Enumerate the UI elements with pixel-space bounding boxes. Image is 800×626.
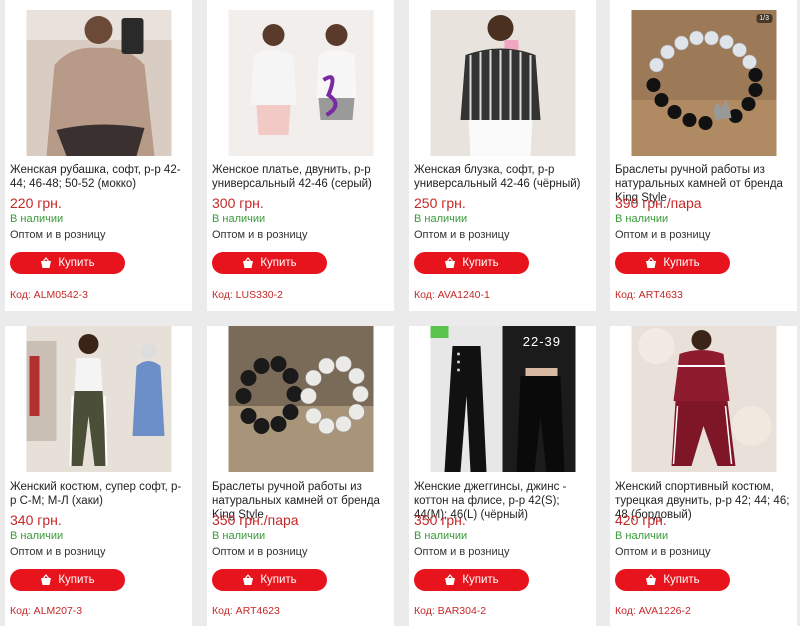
product-photo[interactable]: 1/3 — [631, 10, 776, 156]
stock-status: В наличии — [10, 530, 64, 542]
product-code: Код: ALM207-3 — [10, 605, 83, 617]
product-code: Код: BAR304-2 — [414, 605, 487, 617]
stock-status: В наличии — [615, 530, 669, 542]
product-card[interactable]: Женская блузка, софт, р-р универсальный … — [409, 0, 596, 311]
product-price: 350 грн. — [414, 512, 466, 528]
buy-button[interactable]: Купить — [212, 569, 327, 591]
product-photo[interactable] — [26, 326, 171, 472]
product-price: 350 грн./пара — [212, 512, 299, 528]
product-price: 250 грн. — [414, 195, 466, 211]
stock-status: В наличии — [10, 213, 64, 225]
buy-button-label: Купить — [663, 574, 700, 586]
product-card[interactable]: Женский костюм, супер софт, р-р С-М; М-Л… — [5, 326, 192, 626]
product-card[interactable]: Женская рубашка, софт, р-р 42-44; 46-48;… — [5, 0, 192, 311]
product-title[interactable]: Женская рубашка, софт, р-р 42-44; 46-48;… — [10, 163, 187, 191]
buy-button[interactable]: Купить — [414, 569, 529, 591]
product-card[interactable]: Женское платье, двунить, р-р универсальн… — [207, 0, 394, 311]
buy-button-label: Купить — [663, 257, 700, 269]
product-card[interactable]: Браслеты ручной работы из натуральных ка… — [207, 326, 394, 626]
stock-status: В наличии — [212, 213, 266, 225]
buy-button[interactable]: Купить — [10, 252, 125, 274]
wholesale-note: Оптом и в розницу — [414, 546, 510, 558]
buy-button-label: Купить — [58, 574, 95, 586]
product-code: Код: AVA1240-1 — [414, 289, 490, 301]
basket-icon — [646, 574, 657, 585]
product-price: 420 грн. — [615, 512, 667, 528]
product-code: Код: ART4623 — [212, 605, 280, 617]
wholesale-note: Оптом и в розницу — [615, 229, 711, 241]
product-code: Код: ALM0542-3 — [10, 289, 88, 301]
product-price: 340 грн. — [10, 512, 62, 528]
wholesale-note: Оптом и в розницу — [10, 229, 106, 241]
wholesale-note: Оптом и в розницу — [212, 229, 308, 241]
buy-button-label: Купить — [260, 574, 297, 586]
product-grid: Женская рубашка, софт, р-р 42-44; 46-48;… — [0, 0, 800, 626]
product-card[interactable]: Женский спортивный костюм, турецкая двун… — [610, 326, 797, 626]
product-price: 300 грн. — [212, 195, 264, 211]
product-photo[interactable] — [228, 326, 373, 472]
basket-icon — [243, 574, 254, 585]
stock-status: В наличии — [414, 213, 468, 225]
wholesale-note: Оптом и в розницу — [615, 546, 711, 558]
wholesale-note: Оптом и в розницу — [10, 546, 106, 558]
basket-icon — [41, 257, 52, 268]
product-code: Код: LUS330-2 — [212, 289, 283, 301]
buy-button[interactable]: Купить — [414, 252, 529, 274]
basket-icon — [41, 574, 52, 585]
stock-status: В наличии — [615, 213, 669, 225]
wholesale-note: Оптом и в розницу — [212, 546, 308, 558]
stock-status: В наличии — [414, 530, 468, 542]
product-price: 390 грн./пара — [615, 195, 702, 211]
product-photo[interactable] — [430, 10, 575, 156]
product-photo[interactable] — [26, 10, 171, 156]
product-code: Код: AVA1226-2 — [615, 605, 691, 617]
product-title[interactable]: Женский костюм, супер софт, р-р С-М; М-Л… — [10, 480, 187, 508]
size-overlay-text: 22-39 — [522, 334, 561, 349]
product-title[interactable]: Женское платье, двунить, р-р универсальн… — [212, 163, 389, 191]
product-photo[interactable] — [228, 10, 373, 156]
product-card[interactable]: 22-39 Женские джеггинсы, джинс - коттон … — [409, 326, 596, 626]
buy-button-label: Купить — [260, 257, 297, 269]
product-photo[interactable]: 22-39 — [430, 326, 575, 472]
product-card[interactable]: 1/3 Браслеты ручной работы из натуральны… — [610, 0, 797, 311]
stock-status: В наличии — [212, 530, 266, 542]
basket-icon — [646, 257, 657, 268]
product-price: 220 грн. — [10, 195, 62, 211]
basket-icon — [445, 574, 456, 585]
wholesale-note: Оптом и в розницу — [414, 229, 510, 241]
product-photo[interactable] — [631, 326, 776, 472]
buy-button-label: Купить — [462, 257, 499, 269]
buy-button[interactable]: Купить — [615, 569, 730, 591]
product-code: Код: ART4633 — [615, 289, 683, 301]
image-counter-badge: 1/3 — [756, 14, 772, 23]
basket-icon — [243, 257, 254, 268]
basket-icon — [445, 257, 456, 268]
buy-button-label: Купить — [462, 574, 499, 586]
product-title[interactable]: Женская блузка, софт, р-р универсальный … — [414, 163, 591, 191]
buy-button-label: Купить — [58, 257, 95, 269]
buy-button[interactable]: Купить — [10, 569, 125, 591]
buy-button[interactable]: Купить — [615, 252, 730, 274]
buy-button[interactable]: Купить — [212, 252, 327, 274]
